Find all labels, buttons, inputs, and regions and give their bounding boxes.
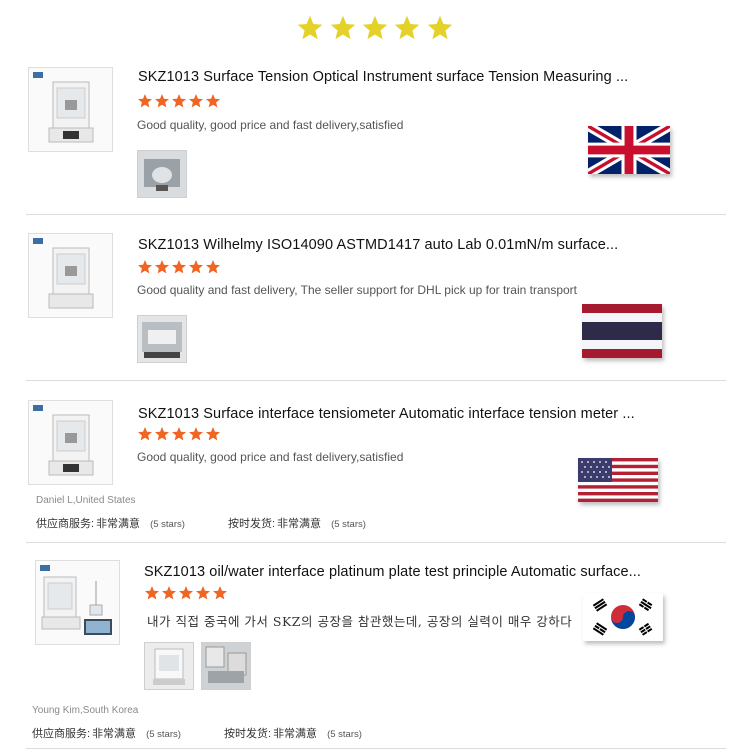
review-rating-stars [137, 93, 222, 109]
usa-flag [578, 458, 658, 502]
star-icon [213, 586, 227, 600]
review-rating-stars [137, 426, 222, 442]
product-title[interactable]: SKZ1013 oil/water interface platinum pla… [144, 564, 641, 580]
star-icon [189, 94, 203, 108]
star-icon [179, 586, 193, 600]
review-photo[interactable] [201, 642, 251, 690]
thailand-flag [582, 304, 662, 358]
shipping-label: 按时发货: [224, 728, 272, 740]
review-comment: Good quality, good price and fast delive… [137, 450, 404, 464]
review-rating-stars [137, 259, 222, 275]
star-icon [362, 15, 388, 40]
star-icon [155, 427, 169, 441]
reviewer-name: Young Kim,South Korea [32, 705, 139, 716]
star-icon [155, 94, 169, 108]
product-thumbnail[interactable] [28, 400, 113, 485]
review-comment: Good quality and fast delivery, The sell… [137, 283, 577, 297]
star-icon [297, 15, 323, 40]
supplier-service-value: 非常满意 [92, 728, 137, 740]
star-icon [162, 586, 176, 600]
review-divider [26, 214, 726, 215]
star-icon [395, 15, 420, 40]
shipping-value: 非常满意 [273, 728, 318, 740]
shipping-stars: (5 stars) [331, 519, 366, 530]
supplier-service-stars: (5 stars) [146, 729, 181, 740]
supplier-service-rating: 供应商服务: 非常满意 (5 stars) [32, 725, 181, 741]
product-thumbnail[interactable] [28, 233, 113, 318]
review-photo[interactable] [144, 642, 194, 690]
star-icon [330, 15, 355, 40]
review-divider [26, 748, 726, 749]
star-icon [145, 586, 159, 600]
star-icon [196, 586, 210, 600]
star-icon [206, 94, 220, 108]
supplier-service-stars: (5 stars) [150, 519, 185, 530]
shipping-rating: 按时发货: 非常满意 (5 stars) [224, 725, 362, 741]
star-icon [206, 260, 220, 274]
uk-flag [588, 126, 670, 174]
star-icon [189, 427, 203, 441]
header-rating-stars [0, 14, 750, 47]
review-divider [26, 542, 726, 543]
star-icon [172, 260, 186, 274]
product-title[interactable]: SKZ1013 Surface Tension Optical Instrume… [138, 69, 628, 85]
supplier-service-label: 供应商服务: [36, 518, 95, 530]
product-thumbnail[interactable] [35, 560, 120, 645]
review-comment: 내가 직접 중국에 가서 SKZ의 공장을 참관했는데, 공장의 실력이 매우 … [147, 614, 573, 629]
product-thumbnail[interactable] [28, 67, 113, 152]
supplier-service-label: 供应商服务: [32, 728, 91, 740]
star-icon [138, 94, 152, 108]
south-korea-flag [583, 593, 663, 641]
star-icon [172, 94, 186, 108]
review-divider [26, 380, 726, 381]
star-icon [206, 427, 220, 441]
supplier-service-value: 非常满意 [96, 518, 141, 530]
star-icon [138, 427, 152, 441]
review-photo[interactable] [137, 150, 187, 198]
star-icon [155, 260, 169, 274]
shipping-stars: (5 stars) [327, 729, 362, 740]
review-photo[interactable] [137, 315, 187, 363]
star-icon [138, 260, 152, 274]
shipping-rating: 按时发货: 非常满意 (5 stars) [228, 515, 366, 531]
review-rating-stars [144, 585, 229, 601]
star-icon [189, 260, 203, 274]
review-comment: Good quality, good price and fast delive… [137, 118, 404, 132]
product-title[interactable]: SKZ1013 Surface interface tensiometer Au… [138, 406, 635, 422]
product-title[interactable]: SKZ1013 Wilhelmy ISO14090 ASTMD1417 auto… [138, 237, 618, 253]
star-icon [172, 427, 186, 441]
star-icon [427, 15, 453, 40]
shipping-value: 非常满意 [277, 518, 322, 530]
supplier-service-rating: 供应商服务: 非常满意 (5 stars) [36, 515, 185, 531]
shipping-label: 按时发货: [228, 518, 276, 530]
reviewer-name: Daniel L,United States [36, 495, 136, 506]
